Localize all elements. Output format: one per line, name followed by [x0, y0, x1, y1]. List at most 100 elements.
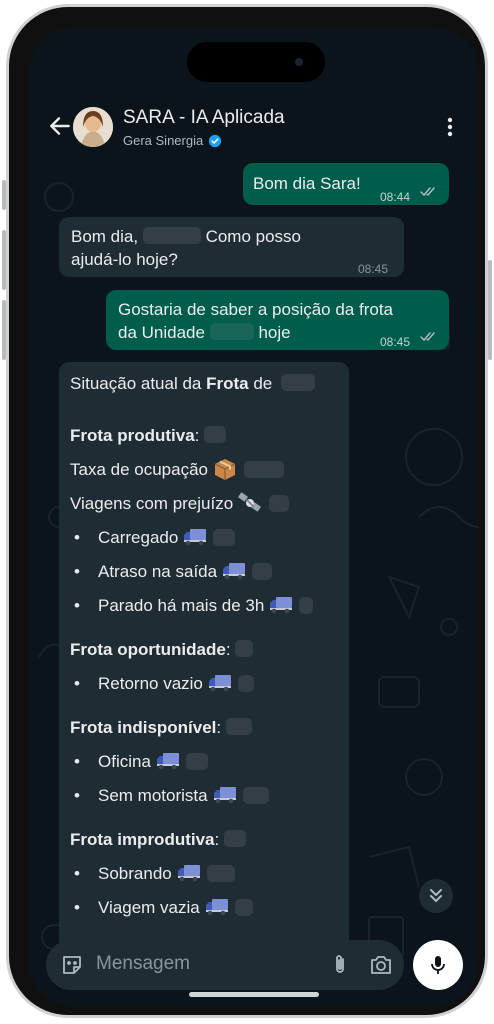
avatar[interactable]	[73, 107, 113, 147]
chat-screen: SARA - IA Aplicada Gera Sinergia Bom dia…	[29, 27, 479, 1007]
truck-icon	[213, 787, 236, 804]
message-composer: Mensagem	[46, 940, 404, 990]
redacted-value	[299, 596, 314, 614]
redacted-value	[235, 640, 254, 657]
redacted-value	[269, 494, 290, 512]
message-outgoing[interactable]: Bom dia Sara! 08:44	[243, 163, 449, 205]
list-item-label: Retorno vazio	[98, 673, 203, 693]
section-heading-text: Frota oportunidade	[70, 640, 226, 659]
fleet-report-message[interactable]: Situação atual da Frota de Frota produti…	[59, 362, 349, 942]
report-intro: Situação atual da Frota de	[70, 372, 340, 398]
report-line: Viagens com prejuízo	[70, 486, 340, 520]
report-intro-text: Situação atual da	[70, 374, 207, 393]
redacted-value	[206, 864, 235, 882]
section-heading-text: Frota indisponível	[70, 718, 217, 737]
section-heading: Frota indisponível:	[70, 716, 340, 744]
list-item: • Retorno vazio	[70, 666, 340, 700]
list-item: • Oficina	[70, 744, 340, 778]
attach-icon[interactable]	[328, 953, 352, 977]
message-text-part: ajudá-lo hoje?	[71, 250, 178, 269]
redacted-value	[223, 830, 246, 847]
sticker-icon[interactable]	[60, 953, 84, 977]
list-item-label: Viagem vazia	[98, 897, 200, 917]
redacted-value	[242, 786, 269, 804]
truck-icon	[184, 529, 207, 546]
camera-lens	[295, 58, 303, 66]
scroll-to-bottom-button[interactable]	[419, 879, 453, 913]
colon: :	[216, 718, 222, 737]
redacted-name	[142, 227, 201, 244]
list-item: • Viagem vazia	[70, 890, 340, 924]
section-heading-text: Frota produtiva	[70, 426, 195, 445]
message-text-part: Bom dia,	[71, 227, 139, 246]
more-vertical-icon[interactable]	[447, 117, 453, 137]
loss-trips-label: Viagens com prejuízo	[70, 493, 234, 513]
back-arrow-icon[interactable]	[47, 113, 73, 139]
message-input[interactable]: Mensagem	[96, 953, 190, 975]
message-text-part: Como posso	[205, 227, 301, 246]
section-heading: Frota oportunidade:	[70, 638, 340, 666]
list-item-label: Sobrando	[98, 863, 172, 883]
bullet: •	[74, 527, 80, 547]
contact-name[interactable]: SARA - IA Aplicada	[123, 107, 285, 129]
bullet: •	[74, 785, 80, 805]
satellite-icon	[238, 492, 262, 512]
list-item: • Sobrando	[70, 856, 340, 890]
truck-icon	[156, 753, 179, 770]
contact-subtitle: Gera Sinergia	[123, 133, 222, 148]
occupancy-label: Taxa de ocupação	[70, 459, 208, 479]
list-item: • Parado há mais de 3h	[70, 588, 340, 622]
message-text-part: Gostaria de saber a posição da frota	[118, 300, 393, 319]
volume-button	[2, 230, 6, 290]
bullet: •	[74, 897, 80, 917]
truck-icon	[177, 865, 200, 882]
dynamic-island	[187, 42, 325, 82]
volume-button	[2, 180, 6, 210]
report-line: Taxa de ocupação	[70, 452, 340, 486]
list-item: • Sem motorista	[70, 778, 340, 812]
message-text-part: hoje	[258, 323, 291, 342]
double-check-icon	[420, 332, 435, 342]
camera-icon[interactable]	[369, 953, 393, 977]
double-check-icon	[420, 187, 435, 197]
bullet: •	[74, 561, 80, 581]
message-time: 08:45	[380, 335, 411, 349]
truck-icon	[270, 597, 293, 614]
list-item-label: Carregado	[98, 527, 179, 547]
list-item-label: Oficina	[98, 751, 151, 771]
verified-icon	[209, 134, 222, 147]
bullet: •	[74, 673, 80, 693]
message-outgoing[interactable]: Gostaria de saber a posição da frota da …	[106, 290, 449, 350]
message-text: Bom dia, Como posso ajudá-lo hoje?	[71, 225, 301, 271]
bullet: •	[74, 751, 80, 771]
package-icon	[214, 459, 236, 480]
list-item-label: Sem motorista	[98, 785, 208, 805]
phone-frame: SARA - IA Aplicada Gera Sinergia Bom dia…	[6, 4, 488, 1018]
list-item-label: Atraso na saída	[98, 561, 218, 581]
redacted-value	[244, 460, 284, 478]
redacted-value	[213, 528, 236, 546]
home-indicator	[189, 992, 319, 997]
section-heading-text: Frota improdutiva	[70, 830, 215, 849]
redacted-value	[185, 752, 208, 770]
message-incoming[interactable]: Bom dia, Como posso ajudá-lo hoje? 08:45	[59, 217, 404, 277]
redacted-value	[252, 562, 273, 580]
redacted-unit	[280, 374, 315, 391]
redacted-value	[237, 674, 254, 692]
message-time: 08:44	[380, 190, 411, 204]
phone-bezel: SARA - IA Aplicada Gera Sinergia Bom dia…	[9, 7, 485, 1015]
redacted-unit	[209, 323, 254, 340]
message-text: Bom dia Sara!	[253, 174, 361, 193]
colon: :	[214, 830, 220, 849]
bullet: •	[74, 595, 80, 615]
chevron-double-down-icon	[430, 889, 442, 902]
redacted-value	[234, 898, 253, 916]
message-text: Gostaria de saber a posição da frota da …	[118, 298, 393, 344]
report-intro-text: de	[248, 374, 273, 393]
mic-button[interactable]	[413, 940, 463, 990]
mic-icon	[431, 956, 445, 974]
redacted-value	[204, 426, 227, 443]
volume-button	[2, 300, 6, 360]
colon: :	[225, 640, 231, 659]
section-heading: Frota produtiva:	[70, 424, 340, 452]
